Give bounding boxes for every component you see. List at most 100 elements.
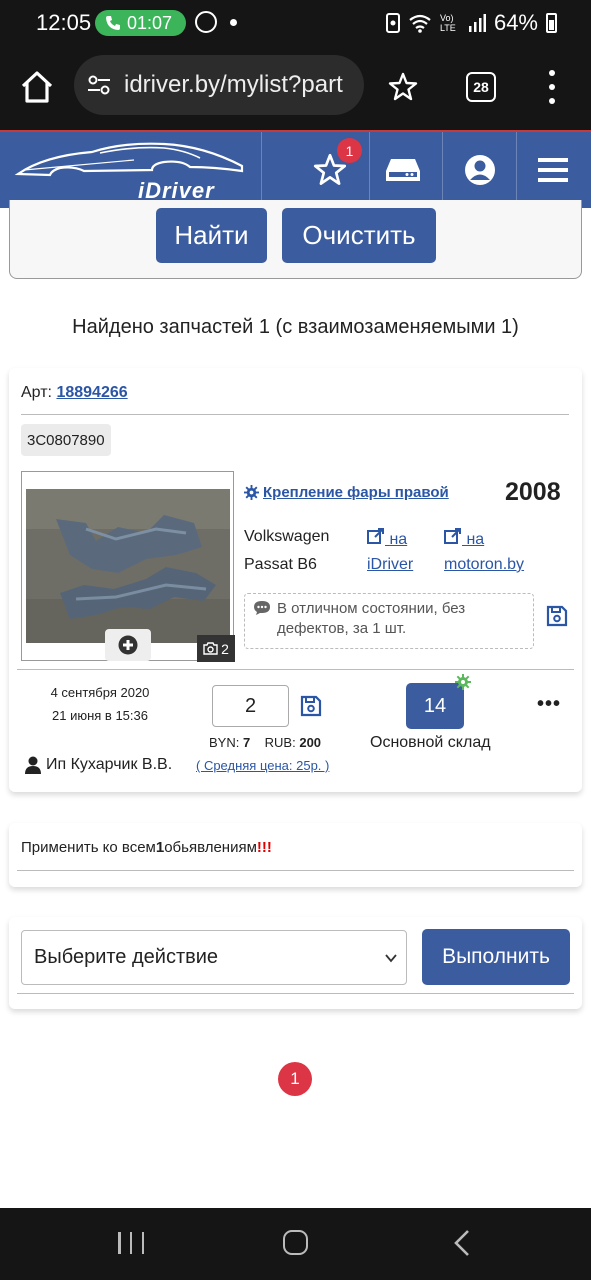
apply-all-marks: !!!	[256, 839, 272, 856]
address-bar[interactable]: idriver.by/mylist?part	[74, 55, 364, 115]
home-nav-icon[interactable]	[283, 1230, 308, 1255]
status-right: Vo) LTE 64%	[385, 10, 557, 36]
average-price-link[interactable]: ( Средняя цена: 25р. )	[196, 758, 329, 773]
execute-button[interactable]: Выполнить	[422, 929, 570, 985]
price-line: BYN: 7 RUB: 200	[209, 735, 321, 750]
wifi-icon	[409, 14, 431, 33]
photo-count-badge[interactable]: 2	[197, 635, 235, 662]
article-line: Арт: 18894266	[21, 384, 128, 402]
photo-frame: 2	[21, 471, 235, 662]
gear-icon	[244, 485, 259, 500]
pagination-current-page[interactable]: 1	[278, 1062, 312, 1096]
apply-all-text[interactable]: Применить ко всем1обьявлениям!!!	[21, 839, 272, 856]
part-photo[interactable]	[26, 489, 230, 643]
settings-gear-icon[interactable]	[455, 674, 471, 690]
site-settings-icon[interactable]	[86, 72, 112, 98]
header-divider	[516, 132, 517, 208]
profile-button[interactable]	[445, 132, 515, 208]
bookmark-star-icon[interactable]	[388, 72, 418, 102]
car-logo-icon	[14, 142, 244, 177]
comment-icon	[254, 601, 270, 615]
person-icon	[25, 756, 41, 774]
system-nav-bar	[0, 1208, 591, 1280]
clear-button[interactable]: Очистить	[282, 208, 436, 263]
apply-all-prefix: Применить ко всем	[21, 839, 156, 856]
find-button[interactable]: Найти	[156, 208, 267, 263]
battery-icon	[546, 13, 557, 33]
call-timer: 01:07	[127, 12, 173, 33]
action-select[interactable]: Выберите действие	[21, 930, 407, 985]
plus-circle-icon	[118, 635, 138, 655]
zoom-photo-button[interactable]	[105, 629, 151, 661]
site-header: iDriver	[0, 130, 591, 208]
results-summary: Найдено запчастей 1 (с взаимозаменяемыми…	[72, 316, 519, 338]
divider	[21, 414, 569, 415]
phone-icon	[106, 16, 120, 30]
hamburger-icon	[538, 158, 568, 182]
storage-icon	[386, 159, 420, 181]
header-divider	[442, 132, 443, 208]
stock-name: Основной склад	[370, 734, 491, 751]
price-byn: 7	[242, 735, 251, 750]
save-quantity-icon[interactable]	[300, 695, 322, 717]
idriver-logo[interactable]: iDriver	[14, 140, 248, 203]
divider	[17, 669, 574, 670]
action-select-value: Выберите действие	[34, 946, 219, 968]
call-indicator[interactable]: 01:07	[95, 10, 186, 36]
status-bar: 12:05 01:07 Vo) LTE 64%	[0, 0, 591, 46]
price-rub: 200	[299, 735, 322, 750]
save-comment-icon[interactable]	[546, 605, 568, 627]
part-photo-image	[26, 489, 230, 643]
url-text: idriver.by/mylist?part	[124, 71, 343, 98]
external-link-icon	[367, 528, 384, 544]
user-icon	[465, 155, 495, 185]
search-panel: Найти Очистить	[9, 200, 582, 279]
part-name-link[interactable]: Крепление фары правой	[244, 484, 449, 501]
apply-all-count: 1	[155, 839, 165, 856]
battery-percent: 64%	[493, 10, 538, 35]
seller[interactable]: Ип Кухарчик В.В.	[25, 756, 172, 774]
camera-icon	[203, 642, 218, 655]
hamburger-menu-button[interactable]	[518, 132, 588, 208]
quantity-input[interactable]: 2	[212, 685, 289, 727]
browser-menu-icon[interactable]	[540, 70, 564, 104]
motoron-link-prefix: на	[466, 531, 485, 548]
nfc-icon	[385, 13, 400, 33]
lte-label: Vo) LTE	[439, 13, 456, 33]
apply-all-suffix: обьявлениям	[164, 839, 257, 856]
notification-dot-icon	[230, 19, 237, 26]
motoron-link[interactable]: на	[444, 528, 484, 549]
tabs-counter-button[interactable]: 28	[466, 72, 496, 102]
garage-button[interactable]	[368, 132, 438, 208]
date-created: 4 сентября 2020	[50, 685, 150, 700]
comment-field[interactable]: В отличном состоянии, без дефектов, за 1…	[244, 593, 534, 649]
motoron-link-text[interactable]: motoron.by	[444, 556, 524, 574]
status-time: 12:05	[36, 10, 92, 35]
signal-icon	[468, 14, 486, 32]
idriver-link[interactable]: на	[367, 528, 407, 549]
more-actions-button[interactable]: •••	[537, 693, 561, 716]
viber-icon	[195, 11, 217, 33]
article-number-link[interactable]: 18894266	[56, 384, 127, 401]
byn-label: BYN:	[209, 735, 240, 750]
idriver-link-prefix: на	[389, 531, 408, 548]
header-divider	[261, 132, 262, 208]
rub-label: RUB:	[264, 735, 296, 750]
car-make: Volkswagen	[244, 528, 330, 545]
part-name: Крепление фары правой	[263, 484, 449, 501]
photo-count: 2	[221, 640, 229, 657]
part-card: Арт: 18894266 3C0807890 2 Крепление фары	[9, 368, 582, 792]
idriver-link-text[interactable]: iDriver	[367, 556, 413, 574]
seller-name: Ип Кухарчик В.В.	[46, 756, 173, 773]
oem-code-chip: 3C0807890	[21, 424, 111, 456]
home-icon[interactable]	[18, 68, 56, 106]
bulk-action-card: Выберите действие Выполнить	[9, 917, 582, 1009]
divider	[17, 993, 574, 994]
date-updated: 21 июня в 15:36	[52, 708, 148, 723]
comment-text: В отличном состоянии, без дефектов, за 1…	[277, 600, 466, 637]
back-icon[interactable]	[452, 1228, 472, 1258]
part-year: 2008	[505, 478, 561, 506]
apply-all-card: Применить ко всем1обьявлениям!!!	[9, 823, 582, 887]
recent-apps-icon[interactable]	[118, 1232, 144, 1254]
divider	[17, 870, 574, 871]
